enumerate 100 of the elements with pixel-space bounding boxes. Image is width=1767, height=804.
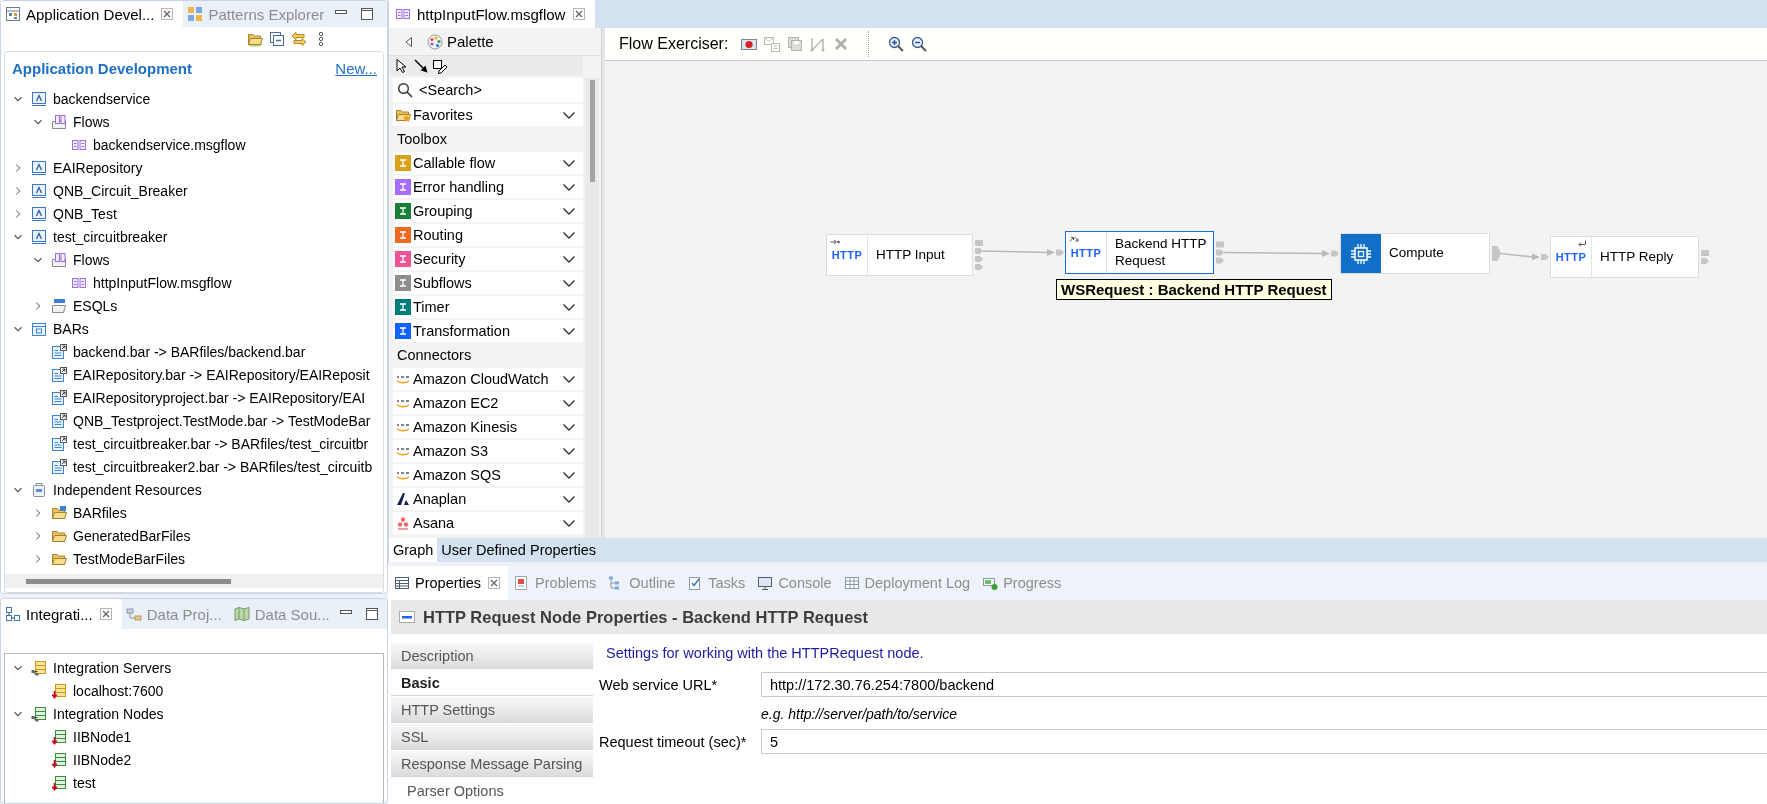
map-icon — [233, 606, 250, 622]
tree-item[interactable]: EAIRepository.bar -> EAIRepository/EAIReposit — [51, 366, 370, 383]
vertical-scrollbar[interactable] — [585, 78, 599, 538]
zoom-out-icon[interactable] — [911, 36, 928, 52]
view-tab[interactable]: Application Devel... — [1, 1, 184, 27]
tree-item[interactable]: backendservice — [31, 90, 151, 107]
double-arrow-icon — [1069, 235, 1079, 242]
input-terminal[interactable] — [1056, 249, 1064, 256]
tree-item[interactable]: Flows — [51, 251, 110, 268]
palette-drawer[interactable]: Transformation — [393, 320, 583, 342]
tree-item[interactable]: test — [51, 774, 96, 791]
tree-item[interactable]: IIBNode2 — [51, 751, 132, 768]
palette-drawer[interactable]: Error handling — [393, 176, 583, 198]
maximize-icon[interactable] — [363, 606, 380, 622]
input-terminal[interactable] — [1541, 254, 1549, 260]
collapse-all-icon[interactable] — [269, 31, 285, 47]
node-type-label: HTTP — [831, 249, 863, 261]
tree-item[interactable]: test_circuitbreaker2.bar -> BARfiles/test_circuitb — [51, 458, 373, 475]
palette-drawer[interactable]: Callable flow — [393, 152, 583, 174]
section-title: Application Development — [12, 59, 193, 77]
tree-item[interactable]: TestModeBarFiles — [51, 550, 186, 567]
tree-item[interactable]: ESQLs — [51, 297, 118, 314]
tree-item[interactable]: Independent Resources — [31, 481, 202, 498]
table-icon — [394, 575, 410, 591]
tree-item[interactable]: localhost:7600 — [51, 682, 164, 699]
close-icon[interactable] — [159, 6, 176, 22]
tree-item[interactable]: QNB_Test — [31, 205, 117, 222]
slanted-logo-icon — [395, 491, 411, 507]
tree-item[interactable]: test_circuitbreaker.bar -> BARfiles/test_circuitbr — [51, 435, 369, 452]
properties-page-tab[interactable]: Description — [391, 643, 593, 669]
tree-item[interactable]: BARs — [31, 320, 89, 337]
editor-page-tab[interactable]: Graph — [389, 538, 438, 562]
tree-item[interactable]: Integration Nodes — [31, 705, 164, 722]
properties-page-tab[interactable]: Response Message Parsing — [391, 751, 593, 777]
document-link-icon — [51, 343, 67, 360]
tree-item[interactable]: GeneratedBarFiles — [51, 527, 191, 544]
tree-item[interactable]: BARfiles — [51, 504, 127, 521]
palette-drawer[interactable]: Amazon EC2 — [393, 392, 583, 414]
note-pencil-icon[interactable] — [432, 58, 448, 74]
editor-tab[interactable]: httpInputFlow.msgflow — [389, 0, 596, 28]
tree-item[interactable]: EAIRepository — [31, 159, 143, 176]
connection-arrow-icon[interactable] — [413, 58, 429, 74]
properties-page-tab[interactable]: HTTP Settings — [391, 697, 593, 723]
palette-title[interactable]: Palette — [427, 33, 494, 50]
open-folder-icon[interactable] — [247, 31, 263, 47]
tree-item[interactable]: EAIRepositoryproject.bar -> EAIRepository/EAI — [51, 389, 366, 406]
tree-item[interactable]: backend.bar -> BARfiles/backend.bar — [51, 343, 306, 360]
horizontal-scrollbar[interactable] — [5, 574, 383, 588]
close-icon[interactable] — [97, 606, 114, 622]
three-dots-logo-icon — [395, 515, 411, 531]
favorites-folder-icon — [395, 107, 411, 123]
palette-drawer[interactable]: Favorites — [393, 104, 583, 126]
scrollbar-thumb[interactable] — [589, 80, 595, 182]
palette-drawer[interactable]: Amazon CloudWatch — [393, 368, 583, 390]
tree-item[interactable]: test_circuitbreaker — [31, 228, 168, 245]
editor-page-tab[interactable]: User Defined Properties — [437, 538, 601, 562]
palette-drawer[interactable]: Grouping — [393, 200, 583, 222]
palette-drawer[interactable]: Asana — [393, 512, 583, 534]
palette-section-header: Toolbox — [396, 130, 448, 149]
tree-item[interactable]: httpInputFlow.msgflow — [71, 274, 232, 291]
palette-drawer[interactable]: Routing — [393, 224, 583, 246]
folder-icon — [51, 297, 67, 314]
palette-drawer[interactable]: Amazon Kinesis — [393, 416, 583, 438]
swap-arrows-icon[interactable] — [291, 31, 307, 47]
palette-drawer[interactable]: Timer — [393, 296, 583, 318]
palette-drawer[interactable]: Anaplan — [393, 488, 583, 510]
tree-item[interactable]: Integration Servers — [31, 659, 172, 676]
close-icon[interactable] — [486, 575, 503, 591]
scrollbar-thumb[interactable] — [26, 578, 231, 584]
flow-node[interactable]: HTTP HTTP Input — [826, 234, 973, 276]
maximize-icon[interactable] — [359, 6, 375, 22]
server-stack-icon — [31, 659, 47, 676]
toolbar-label: Flow Exerciser: — [619, 35, 729, 53]
tree-item[interactable]: QNB_Testproject.TestMode.bar -> TestModeBar — [51, 412, 371, 429]
tree-item[interactable]: QNB_Circuit_Breaker — [31, 182, 188, 199]
new-link[interactable]: New... — [335, 59, 377, 77]
zoom-in-icon[interactable] — [888, 36, 905, 52]
tree-item[interactable]: backendservice.msgflow — [71, 136, 246, 153]
server-icon — [51, 774, 67, 791]
hint-text: e.g. http://server/path/to/service — [761, 705, 959, 723]
four-squares-icon — [187, 6, 204, 22]
tree-item[interactable]: IIBNode1 — [51, 728, 132, 745]
view-tab[interactable]: Integrati... — [1, 599, 122, 629]
text-field[interactable]: http://172.30.76.254:7800/backend — [761, 672, 1767, 697]
text-field[interactable]: 5 — [761, 729, 1767, 754]
palette-drawer[interactable]: Subflows — [393, 272, 583, 294]
palette-drawer[interactable]: Amazon SQS — [393, 464, 583, 486]
palette-drawer[interactable]: Security — [393, 248, 583, 270]
close-icon[interactable] — [571, 6, 588, 22]
flow-node[interactable]: HTTP HTTP Reply — [1550, 236, 1699, 278]
search-field[interactable]: <Search> — [417, 78, 583, 102]
tree-item[interactable]: Flows — [51, 113, 110, 130]
server-icon — [51, 682, 67, 699]
flow-node[interactable]: HTTP Backend HTTP Request — [1065, 231, 1214, 274]
flow-node[interactable]: Compute — [1340, 233, 1490, 274]
properties-page-tab[interactable]: SSL — [391, 724, 593, 750]
view-tab[interactable]: Properties — [388, 566, 509, 600]
palette-drawer[interactable]: Amazon S3 — [393, 440, 583, 462]
input-terminal[interactable] — [1331, 250, 1339, 257]
record-icon[interactable] — [741, 36, 758, 52]
